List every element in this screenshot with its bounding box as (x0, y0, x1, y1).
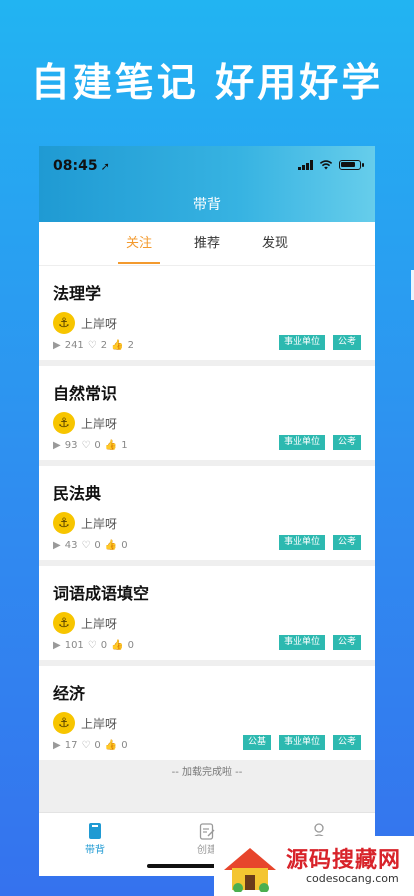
like-count: 2 (100, 340, 108, 351)
thumb-icon: 👍 (104, 540, 118, 551)
tag-badge: 事业单位 (278, 435, 325, 450)
like-count: 0 (94, 440, 101, 451)
tag-badge: 事业单位 (278, 335, 325, 350)
note-tags: 事业单位 公考 (278, 635, 361, 650)
watermark-url: codesocang.com (306, 872, 399, 885)
tag-badge: 事业单位 (278, 535, 325, 550)
author-name: 上岸呀 (81, 716, 118, 731)
heart-icon: ♡ (81, 440, 91, 451)
note-author: ⚓ 上岸呀 (53, 612, 361, 634)
note-tags: 公基 事业单位 公考 (242, 735, 361, 750)
like-count: 0 (94, 740, 101, 751)
note-title: 自然常识 (53, 384, 118, 403)
tab-follow[interactable]: 关注 (117, 222, 160, 266)
thumb-count: 0 (121, 740, 128, 751)
thumb-count: 0 (121, 540, 128, 551)
status-icons (298, 160, 364, 170)
like-count: 0 (100, 640, 108, 651)
tabbar-label: 带背 (85, 845, 105, 856)
play-count: 93 (64, 440, 78, 451)
note-tags: 事业单位 公考 (278, 335, 361, 350)
house-logo-icon (224, 848, 276, 892)
location-icon: ➚ (100, 160, 110, 173)
avatar: ⚓ (53, 512, 75, 534)
thumb-icon: 👍 (111, 340, 124, 351)
note-title: 词语成语填空 (53, 584, 150, 603)
note-author: ⚓ 上岸呀 (53, 312, 361, 334)
note-card[interactable]: 自然常识 ⚓ 上岸呀 ▶ 93 ♡ 0 👍 1 事业单位 公考 (39, 366, 375, 460)
play-icon: ▶ (53, 340, 61, 351)
tabbar-item-dai-bei[interactable]: 带背 (39, 813, 151, 876)
signal-icon (298, 160, 313, 170)
note-card[interactable]: 词语成语填空 ⚓ 上岸呀 ▶ 101 ♡ 0 👍 0 事业单位 公考 (39, 566, 375, 660)
tag-badge: 公考 (332, 435, 361, 450)
note-title: 经济 (53, 684, 86, 703)
tag-badge: 公考 (332, 535, 361, 550)
status-time-text: 08:45 (53, 158, 98, 174)
thumb-icon: 👍 (104, 440, 118, 451)
play-icon: ▶ (53, 440, 61, 451)
thumb-count: 2 (127, 340, 134, 351)
note-card[interactable]: 经济 ⚓ 上岸呀 ▶ 17 ♡ 0 👍 0 公基 事业单位 公考 (39, 666, 375, 760)
play-count: 241 (64, 340, 84, 351)
app-header: 08:45 ➚ 带背 (39, 146, 375, 222)
tag-badge: 公基 (242, 735, 271, 750)
page-title: 带背 (193, 197, 221, 213)
avatar: ⚓ (53, 312, 75, 334)
heart-icon: ♡ (87, 640, 97, 651)
tab-recommend[interactable]: 推荐 (186, 222, 228, 266)
heart-icon: ♡ (81, 540, 91, 551)
tag-badge: 事业单位 (278, 735, 325, 750)
play-icon: ▶ (53, 540, 61, 551)
battery-icon (339, 160, 364, 170)
tag-badge: 公考 (332, 335, 361, 350)
play-count: 17 (64, 740, 78, 751)
book-icon (89, 823, 101, 839)
status-time: 08:45 ➚ (53, 158, 110, 174)
tag-badge: 公考 (332, 735, 361, 750)
tag-badge: 公考 (332, 635, 361, 650)
avatar: ⚓ (53, 412, 75, 434)
watermark-text: 源码搜藏网 (286, 848, 402, 873)
play-icon: ▶ (53, 740, 61, 751)
heart-icon: ♡ (87, 340, 97, 351)
note-title: 法理学 (53, 284, 102, 303)
decorative-edge (410, 270, 414, 300)
like-count: 0 (94, 540, 101, 551)
play-count: 43 (64, 540, 78, 551)
note-author: ⚓ 上岸呀 (53, 412, 361, 434)
note-author: ⚓ 上岸呀 (53, 512, 361, 534)
note-card[interactable]: 法理学 ⚓ 上岸呀 ▶ 241 ♡ 2 👍 2 事业单位 公考 (39, 266, 375, 360)
note-list: 法理学 ⚓ 上岸呀 ▶ 241 ♡ 2 👍 2 事业单位 公考 自然常识 ⚓ 上岸呀 (39, 266, 375, 780)
author-name: 上岸呀 (81, 616, 118, 631)
note-tags: 事业单位 公考 (278, 435, 361, 450)
thumb-count: 1 (121, 440, 128, 451)
heart-icon: ♡ (81, 740, 91, 751)
note-title: 民法典 (53, 484, 102, 503)
thumb-count: 0 (127, 640, 134, 651)
promo-headline: 自建笔记 好用好学 (30, 61, 384, 106)
play-icon: ▶ (53, 640, 61, 651)
tab-discover[interactable]: 发现 (254, 222, 296, 266)
thumb-icon: 👍 (111, 640, 124, 651)
avatar: ⚓ (53, 612, 75, 634)
author-name: 上岸呀 (81, 516, 118, 531)
note-author: ⚓ 上岸呀 (53, 712, 361, 734)
phone-screen: 08:45 ➚ 带背 关注 推荐 发现 法理学 ⚓ 上岸呀 ▶ 241 ♡ 2 … (39, 146, 375, 876)
thumb-icon: 👍 (104, 740, 118, 751)
author-name: 上岸呀 (81, 416, 118, 431)
wifi-icon (319, 160, 333, 170)
load-complete-note: -- 加载完成啦 -- (171, 767, 243, 778)
edit-icon (199, 823, 215, 840)
tag-badge: 事业单位 (278, 635, 325, 650)
note-card[interactable]: 民法典 ⚓ 上岸呀 ▶ 43 ♡ 0 👍 0 事业单位 公考 (39, 466, 375, 560)
avatar: ⚓ (53, 712, 75, 734)
play-count: 101 (64, 640, 84, 651)
top-tabs: 关注 推荐 发现 (39, 222, 375, 266)
note-tags: 事业单位 公考 (278, 535, 361, 550)
author-name: 上岸呀 (81, 316, 118, 331)
watermark-badge: 源码搜藏网 codesocang.com (214, 836, 414, 896)
